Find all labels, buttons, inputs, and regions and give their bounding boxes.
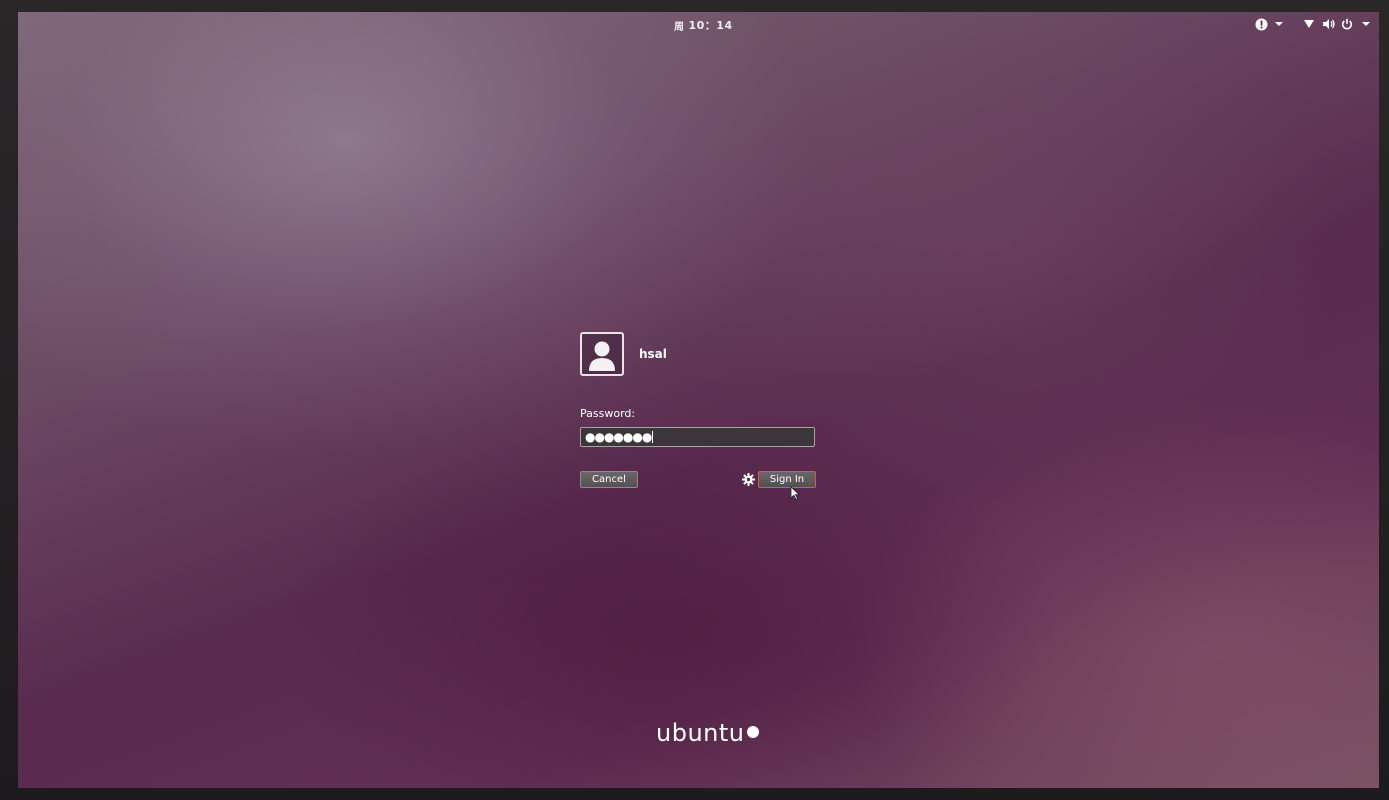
password-field[interactable]: ●●●●●●● [580,427,815,447]
mouse-cursor-icon [790,486,800,500]
clock[interactable]: 周 10：14 [674,17,733,33]
username-label: hsal [639,347,667,361]
password-label: Password: [580,407,636,420]
top-bar: 周 10：14 [18,12,1379,36]
network-icon [1302,17,1316,31]
circle-of-friends-icon [746,726,759,738]
chevron-down-icon [1359,17,1373,31]
system-menu[interactable] [1302,16,1373,32]
clock-day: 周 [674,21,685,33]
volume-icon [1321,17,1335,31]
alert-icon [1254,17,1268,31]
login-dialog: hsal Password: ●●●●●●● Cancel Sign In [580,332,820,500]
cancel-button[interactable]: Cancel [580,471,638,488]
power-icon [1340,17,1354,31]
password-value: ●●●●●●● [585,430,652,444]
chevron-down-icon [1272,17,1286,31]
login-screen: 周 10：14 hsal Password: ●●●●●●● Cancel Si… [18,12,1379,788]
ubuntu-logo-text: ubuntu [656,719,745,747]
gear-icon[interactable] [742,473,755,486]
ubuntu-logo: ubuntu [656,718,759,752]
avatar [580,332,624,376]
user-icon [589,341,615,371]
text-caret [652,431,654,443]
sign-in-button[interactable]: Sign In [758,471,816,488]
clock-time: 10：14 [688,19,733,32]
accessibility-menu[interactable] [1254,16,1286,32]
